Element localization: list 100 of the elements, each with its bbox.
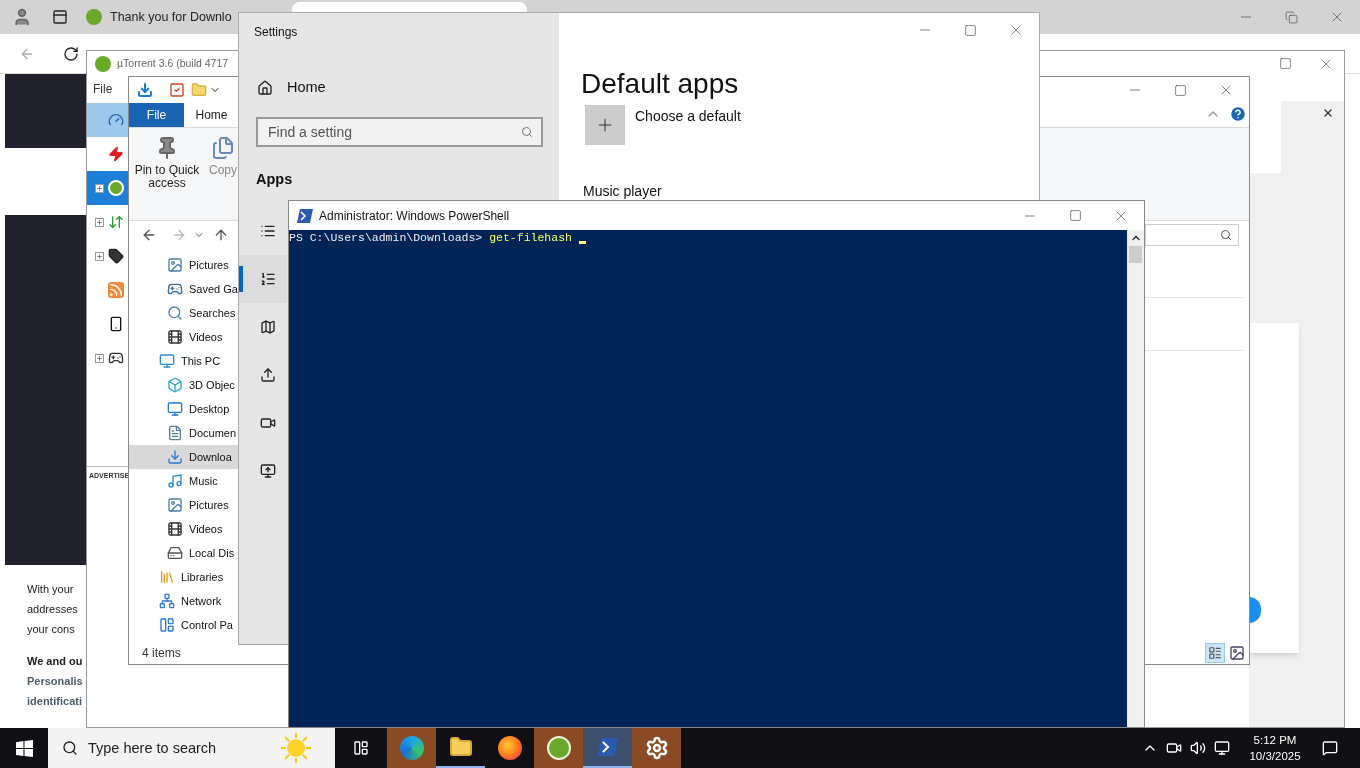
properties-icon[interactable] [169,82,185,98]
menu-item[interactable]: File [93,79,113,98]
network-icon[interactable] [1214,740,1230,756]
drive-icon [167,545,183,561]
ribbon-tab[interactable]: Home [184,103,239,127]
tree-item[interactable]: Local Dis [129,541,241,565]
profile-icon[interactable] [12,7,32,27]
maximize-icon[interactable] [1069,209,1082,222]
tree-item[interactable]: Control Pa [129,613,241,637]
tree-item[interactable]: Libraries [129,565,241,589]
folder-icon [448,735,473,759]
terminal-icon [297,208,313,223]
torrent-logo-icon [546,736,571,760]
film-icon [167,521,183,537]
torrent-logo-icon [95,55,111,72]
tree-item[interactable]: Downloa [129,445,241,469]
file-menu-button[interactable]: File [129,103,184,127]
film-icon [167,329,183,345]
tree-item[interactable]: Pictures [129,253,241,277]
up-icon[interactable] [213,227,229,243]
tree-item[interactable]: Music [129,469,241,493]
choose-default-label[interactable]: Choose a default [635,106,741,127]
torrent-logo-icon [86,9,102,25]
tab-title[interactable]: Thank you for Downlo [110,7,232,27]
bold-line: We and ou [27,654,83,669]
maximize-icon[interactable] [1279,57,1292,70]
maximize-icon[interactable] [964,23,977,37]
tree-item[interactable]: 3D Objec [129,373,241,397]
tag-icon [108,248,124,264]
clock[interactable]: 5:12 PM 10/3/2025 [1240,732,1310,764]
tree-item[interactable]: Videos [129,325,241,349]
window-title: Settings [254,24,299,41]
taskbar-app[interactable] [632,728,681,768]
link-line[interactable]: identificati [27,691,82,711]
home-link[interactable]: Home [257,77,559,99]
tree-item[interactable]: This PC [129,349,241,373]
reload-icon[interactable] [63,45,79,62]
paragraph-line: addresses [27,602,78,617]
tree-item[interactable]: Network [129,589,241,613]
sorted-list-icon [260,270,276,287]
task-view-icon[interactable] [353,740,369,756]
text-cursor [578,240,586,244]
fox-logo-icon [497,736,522,760]
tree-item[interactable]: Desktop [129,397,241,421]
prompt-text: PS C:\Users\admin\Downloads> [289,231,484,245]
taskbar-search-field[interactable]: Type here to search [48,728,335,768]
bolt-icon [108,146,124,162]
projection-icon [260,462,276,479]
page-title: Default apps [581,67,740,101]
tree-item[interactable]: Saved Ga [129,277,241,301]
scroll-thumb[interactable] [1129,246,1142,263]
window-title: Administrator: Windows PowerShell [319,207,510,225]
tab-panel-icon[interactable] [52,9,68,25]
search-icon [1220,229,1232,241]
cube-icon [167,377,183,393]
feed-icon [108,282,124,298]
command-text: get-filehash [489,231,572,245]
tree-item[interactable]: Videos [129,517,241,541]
back-icon[interactable] [141,227,157,243]
upload-icon [260,366,276,383]
scrollbar[interactable] [1127,230,1144,727]
search-icon [521,125,533,138]
tree-item[interactable]: Searches [129,301,241,325]
thumbnail-view-icon[interactable] [1229,645,1245,661]
download-icon [167,449,183,465]
status-text: 4 items [142,645,181,662]
folder-icon[interactable] [191,82,207,98]
terminal-icon [596,738,619,756]
gamepad-icon [167,281,183,297]
transfer-icon [108,214,124,230]
gauge-icon [108,112,124,128]
browser-logo-icon [399,736,424,760]
windows-logo-icon[interactable] [16,739,33,757]
add-tile[interactable] [585,105,625,145]
search-field[interactable] [1145,224,1239,246]
details-view-icon[interactable] [1205,643,1225,663]
notifications-icon[interactable] [1322,740,1338,756]
expand-icon[interactable] [95,217,104,227]
expand-icon[interactable] [95,251,104,261]
link-line[interactable]: Personalis [27,671,83,691]
maximize-icon[interactable] [1174,83,1187,97]
tree-item[interactable]: Documen [129,421,241,445]
network-icon [159,593,175,609]
close-icon[interactable] [1322,107,1334,119]
camera-icon[interactable] [1166,740,1182,756]
map-icon [260,318,276,335]
help-icon[interactable] [1229,105,1247,123]
tree-item[interactable]: Pictures [129,493,241,517]
volume-icon[interactable] [1190,740,1206,756]
download-icon[interactable] [137,82,153,98]
restore-icon[interactable] [1285,10,1298,24]
expand-icon[interactable] [95,183,104,193]
taskbar-app[interactable] [534,728,583,768]
expand-icon[interactable] [95,353,104,363]
paragraph-line: your cons [27,622,75,637]
nav-item[interactable] [239,254,287,303]
desktop-icon [167,401,183,417]
pin-button[interactable]: Pin to Quick access [129,136,205,190]
search-field[interactable]: Find a setting [256,116,543,147]
window-title: µTorrent 3.6 (build 4717 [117,55,229,71]
